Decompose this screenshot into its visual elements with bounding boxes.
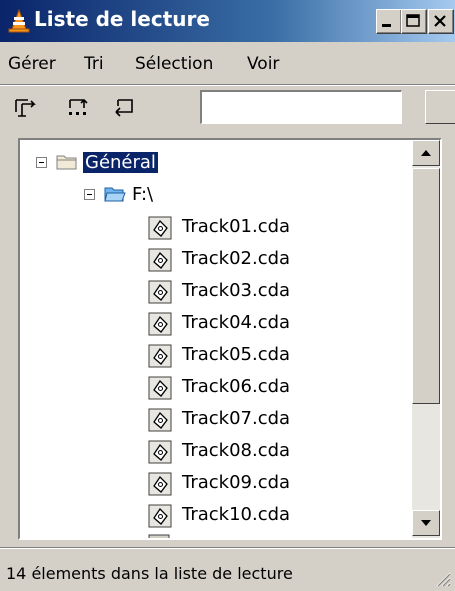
track-label: Track02.cda [182, 248, 291, 269]
collapse-toggle[interactable] [36, 157, 47, 168]
tree-row-partial [20, 534, 380, 538]
track-row[interactable]: Track10.cda [20, 502, 380, 532]
track-row[interactable]: Track04.cda [20, 310, 380, 340]
folder-icon [56, 155, 77, 170]
track-label: Track10.cda [182, 504, 291, 525]
tree-root-label: Général [83, 152, 158, 173]
track-label: Track06.cda [182, 376, 291, 397]
menu-bar: Gérer Tri Sélection Voir [0, 48, 455, 80]
cd-track-icon [148, 504, 172, 528]
track-row[interactable]: Track08.cda [20, 438, 380, 468]
playlist-window: Liste de lecture Gérer Tri Sélection Voi… [0, 0, 455, 591]
track-row[interactable]: Track02.cda [20, 246, 380, 276]
cd-track-icon [148, 280, 172, 304]
track-row[interactable]: Track05.cda [20, 342, 380, 372]
tree-row-folder[interactable]: F:\ [20, 182, 380, 212]
menu-voir[interactable]: Voir [247, 54, 279, 74]
arrow-down-icon [421, 520, 431, 526]
resize-grip-icon[interactable] [433, 569, 451, 587]
search-button[interactable] [425, 90, 455, 124]
track-row[interactable]: Track03.cda [20, 278, 380, 308]
scroll-down-button[interactable] [412, 510, 440, 536]
track-label: Track01.cda [182, 216, 291, 237]
menu-selection[interactable]: Sélection [135, 54, 213, 74]
cd-track-icon [148, 534, 170, 538]
track-row[interactable]: Track09.cda [20, 470, 380, 500]
minimize-button[interactable] [376, 9, 402, 34]
track-row[interactable]: Track01.cda [20, 214, 380, 244]
collapse-toggle[interactable] [84, 189, 95, 200]
cd-track-icon [148, 408, 172, 432]
minimize-icon [382, 24, 391, 27]
menu-tri[interactable]: Tri [84, 54, 104, 74]
menu-gerer[interactable]: Gérer [8, 54, 56, 74]
insert-icon[interactable] [112, 96, 136, 118]
status-divider [0, 547, 455, 549]
track-label: Track07.cda [182, 408, 291, 429]
cd-track-icon [148, 248, 172, 272]
scroll-thumb[interactable] [412, 168, 440, 404]
title-bar[interactable]: Liste de lecture [0, 0, 455, 42]
vlc-cone-icon [8, 9, 30, 33]
open-folder-icon [104, 187, 126, 202]
cd-track-icon [148, 440, 172, 464]
track-label: Track04.cda [182, 312, 291, 333]
tree-folder-label: F:\ [132, 184, 154, 205]
add-icon[interactable] [14, 96, 38, 118]
search-input[interactable] [200, 90, 402, 124]
cd-track-icon [148, 376, 172, 400]
maximize-button[interactable] [401, 9, 427, 34]
status-text: 14 élements dans la liste de lecture [6, 564, 293, 583]
track-row[interactable]: Track07.cda [20, 406, 380, 436]
playlist-tree[interactable]: Général F:\ Track01.cda Track02.cda Track0… [18, 138, 442, 540]
track-label: Track09.cda [182, 472, 291, 493]
status-bar: 14 élements dans la liste de lecture [0, 552, 455, 591]
cd-track-icon [148, 312, 172, 336]
window-title: Liste de lecture [34, 7, 210, 31]
close-button[interactable] [428, 9, 454, 34]
track-label: Track05.cda [182, 344, 291, 365]
tree-row-root[interactable]: Général [20, 150, 380, 180]
cd-track-icon [148, 472, 172, 496]
track-label: Track08.cda [182, 440, 291, 461]
cd-track-icon [148, 216, 172, 240]
track-row[interactable]: Track06.cda [20, 374, 380, 404]
remove-icon[interactable] [66, 96, 90, 118]
maximize-icon [406, 14, 420, 27]
toolbar-divider [0, 84, 455, 86]
vertical-scrollbar[interactable] [412, 140, 440, 538]
cd-track-icon [148, 344, 172, 368]
close-icon [434, 15, 446, 27]
track-label: Track03.cda [182, 280, 291, 301]
scroll-up-button[interactable] [412, 140, 440, 166]
tree-content: Général F:\ Track01.cda Track02.cda Track0… [20, 140, 412, 538]
arrow-up-icon [421, 150, 431, 156]
